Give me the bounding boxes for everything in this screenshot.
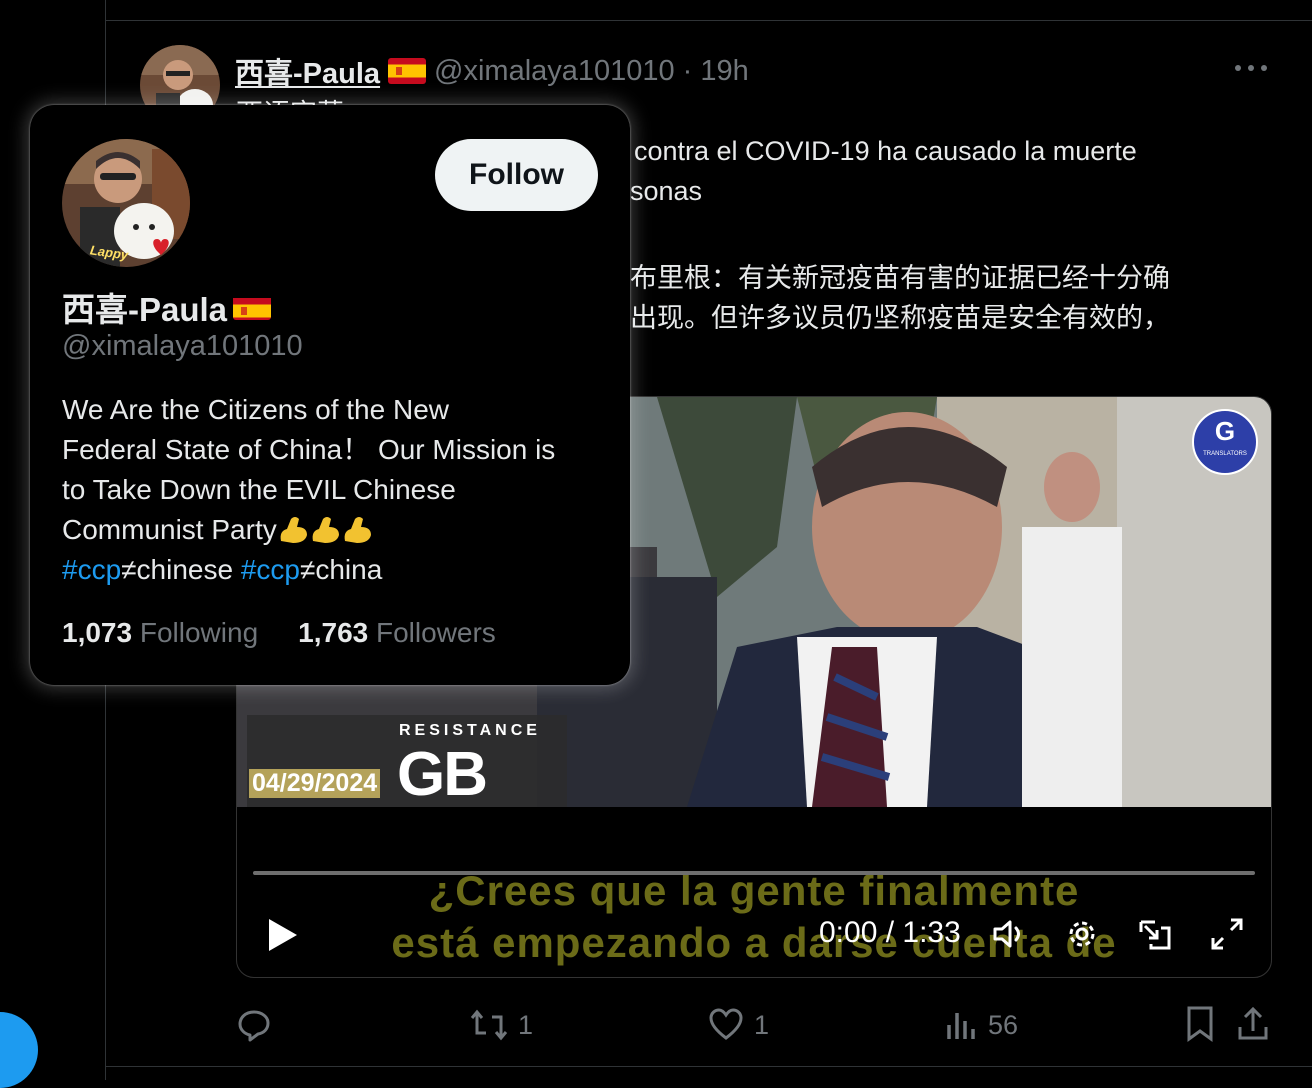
tweet-text-line: sonas [630, 176, 703, 206]
hover-card-avatar[interactable]: Lappy [62, 139, 190, 267]
tweet-header: 西喜-Paula @ximalaya101010 · 19h [235, 50, 749, 92]
bio-line: to Take Down the EVIL Chinese [62, 474, 456, 505]
hover-card-name-row: 西喜-Paula [62, 283, 272, 331]
volume-icon[interactable] [989, 914, 1029, 954]
spain-flag-icon [388, 58, 427, 84]
play-icon[interactable] [265, 917, 301, 953]
more-options-icon[interactable] [1235, 62, 1267, 74]
fullscreen-icon[interactable] [1207, 914, 1247, 954]
settings-gear-icon[interactable] [1062, 914, 1102, 954]
like-count: 1 [754, 1009, 770, 1040]
view-count: 56 [988, 1009, 1019, 1040]
video-subtitle-line: está empezando a darse cuenta de [391, 919, 1117, 966]
tweet-top-divider [105, 20, 1312, 21]
tweet-bottom-divider [105, 1066, 1312, 1067]
tweet-text-line: 布里根：有关新冠疫苗有害的证据已经十分确 [630, 263, 1170, 293]
bookmark-icon[interactable] [1185, 1005, 1215, 1043]
tweet-author-handle[interactable]: @ximalaya101010 [434, 55, 675, 88]
followers-link[interactable]: 1,763 Followers [298, 617, 496, 649]
following-link[interactable]: 1,073 Following [62, 617, 258, 649]
header-separator: · [682, 54, 693, 87]
tweet-text-line: contra el COVID-19 ha causado la muerte [634, 136, 1137, 166]
share-icon[interactable] [1236, 1005, 1270, 1043]
video-time: 0:00 / 1:33 [819, 916, 961, 949]
picture-in-picture-icon[interactable] [1135, 914, 1175, 954]
resistance-gb-logo: GB [397, 740, 488, 809]
tweet-text-line: 出现。但许多议员仍坚称疫苗是安全有效的， [630, 303, 1170, 333]
reply-button[interactable] [236, 1005, 282, 1045]
flexed-biceps-icon [280, 517, 307, 543]
spain-flag-icon [233, 294, 272, 320]
analytics-icon [947, 1013, 975, 1039]
hover-card-stats: 1,073 Following 1,763 Followers [62, 617, 496, 649]
like-button[interactable]: 1 [708, 1005, 769, 1045]
bio-line-with-emoji: Communist Party [62, 510, 607, 550]
profile-hover-card: Lappy Follow 西喜-Paula @ximalaya101010 We… [30, 105, 630, 685]
bio-line: Federal State of China！ Our Mission is [62, 434, 556, 465]
hover-card-bio: We Are the Citizens of the New Federal S… [62, 390, 607, 590]
hashtag-link[interactable]: #ccp [241, 554, 300, 585]
heart-icon [709, 1008, 743, 1040]
retweet-button[interactable]: 1 [470, 1005, 533, 1045]
hashtag-link[interactable]: #ccp [62, 554, 121, 585]
reply-icon [238, 1010, 270, 1042]
flexed-biceps-icon [312, 517, 339, 543]
flexed-biceps-icon [344, 517, 371, 543]
retweet-count: 1 [518, 1009, 534, 1040]
views-button[interactable]: 56 [944, 1005, 1018, 1045]
hover-card-handle[interactable]: @ximalaya101010 [62, 330, 303, 363]
translators-badge: G TRANSLATORS [1192, 409, 1258, 475]
bio-hashtags: #ccp≠chinese #ccp≠china [62, 554, 383, 585]
compose-fab-button[interactable] [0, 1012, 38, 1088]
resistance-gb-logo-text: RESISTANCE [399, 722, 541, 739]
video-date-stamp: 04/29/2024 [249, 769, 381, 798]
video-progress-bar[interactable] [253, 871, 1255, 875]
hover-card-name[interactable]: 西喜-Paula [62, 283, 227, 331]
retweet-icon [470, 1009, 508, 1041]
tweet-author-name[interactable]: 西喜-Paula [235, 50, 380, 92]
tweet-timestamp[interactable]: 19h [700, 55, 748, 88]
bio-line: We Are the Citizens of the New [62, 394, 449, 425]
follow-button[interactable]: Follow [435, 139, 598, 211]
